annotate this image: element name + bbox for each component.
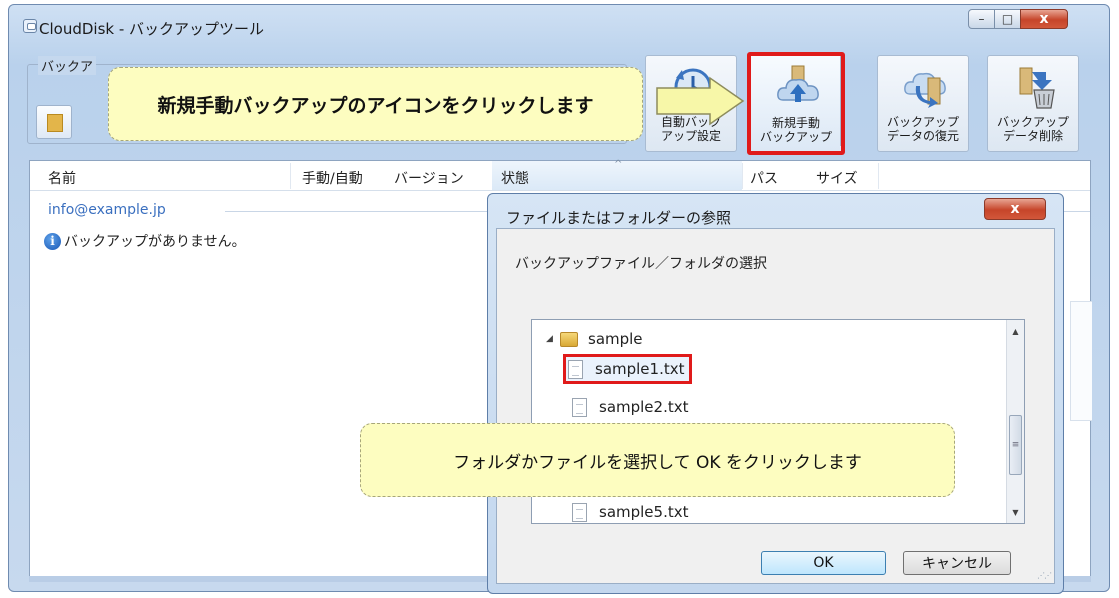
new-manual-label-1: 新規手動 (771, 116, 820, 130)
column-path[interactable]: パス (750, 168, 778, 188)
background-pane (1070, 301, 1092, 421)
tree-item-sample1[interactable]: sample1.txt (563, 354, 692, 384)
folder-icon[interactable] (36, 105, 72, 139)
delete-label-1: バックアップ (996, 115, 1069, 129)
ok-label: OK (813, 555, 834, 571)
account-group-header[interactable]: info@example.jp (48, 202, 166, 218)
restore-label-2: データの復元 (886, 129, 959, 143)
dialog-description: バックアップファイル／フォルダの選択 (515, 256, 767, 272)
cancel-label: キャンセル (922, 556, 992, 572)
tree-item-label: sample2.txt (599, 398, 689, 416)
column-manual-auto[interactable]: 手動/自動 (302, 168, 363, 188)
column-divider[interactable] (878, 163, 879, 189)
callout-top-text: 新規手動バックアップのアイコンをクリックします (157, 94, 594, 117)
browse-dialog: ファイルまたはフォルダーの参照 x バックアップファイル／フォルダの選択 ◢ s… (487, 193, 1064, 594)
column-status[interactable]: 状態 (501, 168, 529, 188)
close-icon: x (1010, 201, 1020, 217)
column-size[interactable]: サイズ (816, 168, 858, 188)
callout-bottom-text: フォルダかファイルを選択して OK をクリックします (453, 452, 862, 473)
expand-triangle-icon[interactable]: ◢ (546, 334, 560, 344)
list-header: ^ 名前 手動/自動 バージョン 状態 パス サイズ (30, 159, 1090, 191)
folder-icon (560, 331, 578, 347)
new-manual-label-2: バックアップ (759, 130, 832, 144)
auto-backup-label-2: アップ設定 (660, 129, 721, 143)
tree-item-label: sample5.txt (599, 503, 689, 521)
maximize-button[interactable]: □ (994, 9, 1021, 29)
sort-ascending-icon: ^ (614, 159, 623, 170)
ok-button[interactable]: OK (761, 551, 886, 575)
delete-backup-button[interactable]: バックアップ データ削除 (987, 55, 1079, 152)
sorted-column-highlight: ^ (492, 159, 742, 190)
column-name[interactable]: 名前 (48, 168, 76, 188)
tree-scrollbar[interactable]: ▲ ≡ ▼ (1006, 320, 1024, 523)
minimize-icon: – (978, 12, 985, 26)
instruction-callout-top: 新規手動バックアップのアイコンをクリックします (108, 67, 643, 141)
dialog-body: バックアップファイル／フォルダの選択 ◢ sample sample1.txt … (496, 228, 1055, 584)
group-label: バックア (38, 56, 97, 75)
empty-message-text: バックアップがありません。 (64, 234, 246, 250)
toolbar-separator (840, 56, 841, 146)
restore-backup-button[interactable]: バックアップ データの復元 (877, 55, 969, 152)
column-divider[interactable] (290, 163, 291, 189)
dialog-close-button[interactable]: x (984, 198, 1046, 220)
column-divider[interactable] (742, 163, 743, 189)
delete-label-2: データ削除 (1002, 129, 1063, 143)
tree-item-sample5[interactable]: sample5.txt (572, 499, 689, 523)
resize-grip-icon[interactable]: ⋰⋰ (1037, 571, 1052, 580)
group-divider-line (1062, 211, 1090, 212)
dialog-title: ファイルまたはフォルダーの参照 (506, 209, 732, 227)
cloud-restore-icon (904, 72, 946, 108)
tree-item-label: sample1.txt (595, 360, 685, 378)
column-version[interactable]: バージョン (394, 168, 464, 188)
scroll-up-icon[interactable]: ▲ (1007, 322, 1024, 340)
tree-folder-sample[interactable]: ◢ sample (546, 326, 643, 352)
tree-item-sample2[interactable]: sample2.txt (572, 394, 689, 420)
text-file-icon (572, 502, 587, 522)
new-manual-backup-button[interactable]: 新規手動 バックアップ (747, 52, 845, 155)
scrollbar-thumb[interactable]: ≡ (1009, 415, 1022, 475)
close-icon: x (1039, 11, 1049, 27)
scroll-down-icon[interactable]: ▼ (1007, 503, 1024, 521)
app-icon (23, 19, 37, 33)
group-divider-line (225, 211, 495, 212)
arrow-right-icon (656, 76, 745, 126)
cloud-upload-icon (777, 65, 819, 102)
window-title: CloudDisk - バックアップツール (39, 20, 265, 38)
empty-list-message: i バックアップがありません。 (44, 231, 246, 251)
instruction-callout-bottom: フォルダかファイルを選択して OK をクリックします (360, 423, 955, 497)
close-button[interactable]: x (1020, 9, 1068, 29)
screenshot-stage: CloudDisk - バックアップツール – □ x バックア 自動バック アッ… (0, 0, 1119, 598)
text-file-icon (572, 397, 587, 417)
trash-icon (1019, 67, 1055, 109)
text-file-icon (568, 359, 583, 379)
restore-label-1: バックアップ (886, 115, 959, 129)
info-icon: i (44, 232, 61, 250)
minimize-button[interactable]: – (968, 9, 995, 29)
tree-folder-label: sample (588, 330, 643, 348)
maximize-icon: □ (1001, 12, 1014, 26)
cancel-button[interactable]: キャンセル (903, 551, 1011, 575)
